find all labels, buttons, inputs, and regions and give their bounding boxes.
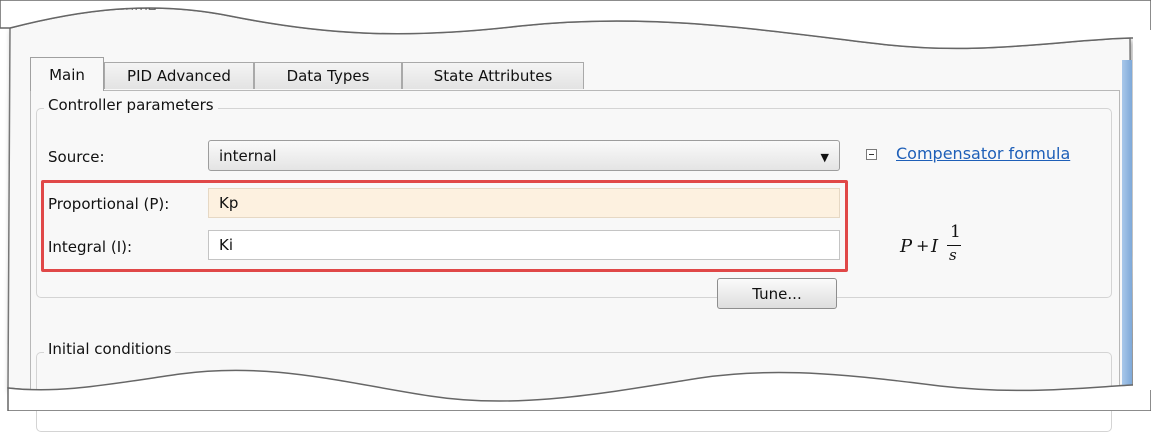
- dialog-screenshot: Discrete-time Main PID Advanced Data Typ…: [0, 0, 1151, 432]
- torn-edge-overlay: [0, 0, 1151, 411]
- tab-main[interactable]: Main: [30, 57, 104, 91]
